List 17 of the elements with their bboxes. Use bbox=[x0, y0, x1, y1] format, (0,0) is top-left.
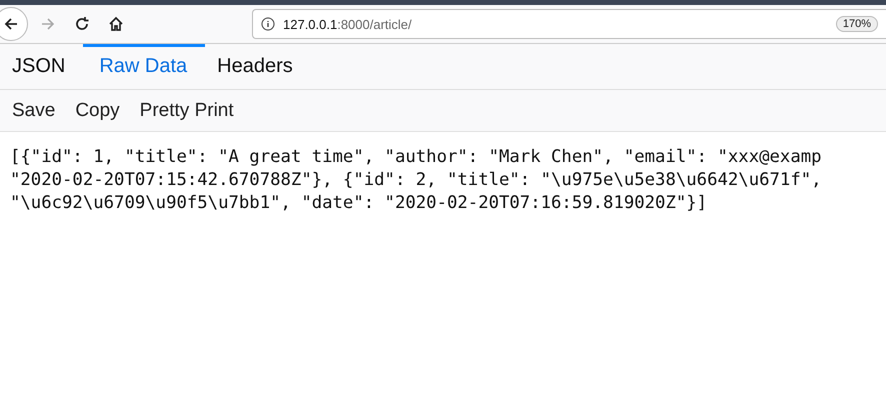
reload-icon bbox=[74, 16, 90, 32]
info-icon bbox=[261, 17, 275, 31]
zoom-level-button[interactable]: 170% bbox=[836, 16, 878, 32]
url-text: 127.0.0.1:8000/article/ bbox=[283, 16, 413, 32]
raw-json-line: "\u6c92\u6709\u90f5\u7bb1", "date": "2020-02-20T07:16:59.819020Z"}] bbox=[10, 192, 708, 215]
raw-json-line: [{"id": 1, "title": "A great time", "author": "Mark Chen", "email": "xxx@examp bbox=[10, 146, 823, 169]
raw-json-line: "2020-02-20T07:15:42.670788Z"}, {"id": 2, "title": "\u975e\u5e38\u6642\u671f", bbox=[10, 169, 823, 192]
forward-arrow-icon bbox=[40, 16, 56, 32]
home-icon bbox=[108, 16, 124, 32]
address-bar[interactable]: 127.0.0.1:8000/article/ 170% bbox=[252, 9, 886, 39]
viewer-tab[interactable]: Headers bbox=[205, 44, 311, 89]
viewer-tab[interactable]: JSON bbox=[0, 44, 84, 89]
back-button[interactable] bbox=[0, 7, 28, 41]
toolbar-button[interactable]: Copy bbox=[65, 100, 130, 122]
back-arrow-icon bbox=[3, 16, 19, 32]
toolbar-button[interactable]: Pretty Print bbox=[130, 100, 244, 122]
toolbar-button[interactable]: Save bbox=[2, 100, 66, 122]
